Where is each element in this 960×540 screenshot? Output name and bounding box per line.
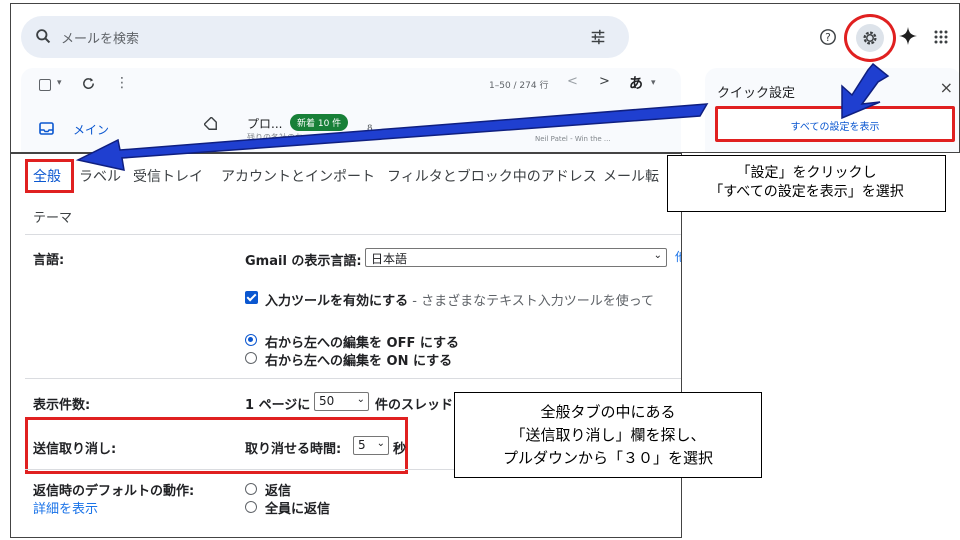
- page-size-label: 表示件数:: [33, 398, 91, 413]
- chevron-down-icon: ⌄: [653, 250, 662, 261]
- rtl-on-radio[interactable]: [245, 352, 257, 364]
- search-icon[interactable]: [35, 28, 52, 45]
- gmail-top-window: メールを検索 ? ▾ ⋮ 1–50 / 274 行 < > あ ▾ メイン プロ…: [10, 3, 960, 153]
- undo-send-label: 送信取り消し:: [33, 442, 117, 457]
- input-tools-caret-icon[interactable]: ▾: [651, 78, 656, 88]
- new-count-badge: 新着 10 件: [290, 114, 349, 131]
- rtl-off-radio[interactable]: [245, 334, 257, 346]
- input-tools-desc: - さまざまなテキスト入力ツールを使って: [408, 294, 655, 309]
- rtl-on-label: 右から左への編集を ON にする: [265, 354, 453, 369]
- callout-undo-send: 全般タブの中にある 「送信取り消し」欄を探し、 プルダウンから「３０」を選択: [454, 392, 762, 478]
- general-tab-highlight: [25, 159, 74, 193]
- paging-count: 1–50 / 274 行: [489, 81, 549, 91]
- sender-snippet: Neil Patel - Win the ...: [535, 135, 611, 143]
- tab-filters[interactable]: フィルタとブロック中のアドレス: [387, 166, 597, 186]
- svg-text:?: ?: [825, 31, 831, 44]
- tab-forwarding[interactable]: メール転: [603, 166, 659, 186]
- help-icon[interactable]: ?: [819, 28, 837, 46]
- tune-icon[interactable]: [589, 28, 607, 46]
- next-page-button[interactable]: >: [599, 74, 610, 89]
- language-select-value: 日本語: [371, 252, 408, 266]
- page-size-prefix: 1 ページに: [245, 398, 311, 413]
- divider: [25, 378, 681, 379]
- quick-settings-title: クイック設定: [717, 86, 796, 101]
- callout-open-settings: 「設定」をクリックし 「すべての設定を表示」を選択: [667, 155, 946, 212]
- undo-send-suffix: 秒: [393, 442, 407, 457]
- settings-button[interactable]: [856, 24, 884, 52]
- undo-send-period-select[interactable]: 5 ⌄: [353, 436, 389, 455]
- close-icon[interactable]: ×: [940, 78, 953, 97]
- search-bar[interactable]: メールを検索: [21, 16, 629, 58]
- callout-line: 「設定」をクリックし: [736, 165, 877, 181]
- callout-line: 全般タブの中にある: [540, 403, 676, 421]
- reply-default-label: 返信時のデフォルトの動作:: [33, 484, 195, 499]
- tab-themes[interactable]: テーマ: [33, 207, 72, 226]
- tab-accounts[interactable]: アカウントとインポート: [221, 166, 375, 186]
- refresh-icon[interactable]: [81, 76, 96, 91]
- select-all-checkbox[interactable]: [39, 79, 51, 91]
- promo-snippet: 残りの各社のお...: [247, 133, 311, 142]
- divider: [25, 234, 681, 235]
- callout-line: プルダウンから「３０」を選択: [502, 449, 713, 467]
- chevron-down-icon: ⌄: [376, 438, 385, 449]
- callout-line: 「送信取り消し」欄を探し、: [510, 426, 706, 444]
- callout-line: 「すべての設定を表示」を選択: [709, 184, 904, 200]
- input-tools-checkbox[interactable]: [245, 291, 258, 304]
- rtl-off-label: 右から左への編集を OFF にする: [265, 336, 459, 351]
- chevron-down-icon: ⌄: [356, 394, 365, 405]
- tab-promotions[interactable]: プロ...: [247, 115, 282, 132]
- gear-icon[interactable]: [861, 29, 879, 47]
- reply-all-option-label: 全員に返信: [265, 502, 331, 517]
- reply-all-radio[interactable]: [245, 501, 257, 513]
- input-tools-button[interactable]: あ: [629, 73, 643, 93]
- settings-window: 全般 ラベル 受信トレイ アカウントとインポート フィルタとブロック中のアドレス…: [10, 153, 682, 538]
- reply-radio[interactable]: [245, 483, 257, 495]
- prev-page-button[interactable]: <: [567, 74, 578, 89]
- input-tools-label: 入力ツールを有効にする: [265, 294, 409, 309]
- quick-settings-panel: クイック設定 × すべての設定を表示: [705, 68, 959, 152]
- tag-icon: [204, 117, 217, 130]
- language-select[interactable]: 日本語 ⌄: [365, 248, 667, 267]
- more-vert-icon[interactable]: ⋮: [115, 75, 129, 91]
- people-icon: ጸ: [367, 122, 373, 133]
- mail-list-toolbar: ▾ ⋮ 1–50 / 274 行 < > あ ▾ メイン プロ... 新着 10…: [21, 68, 681, 152]
- search-input[interactable]: メールを検索: [61, 28, 139, 47]
- undo-send-prefix: 取り消せる時間:: [245, 442, 342, 457]
- see-all-settings-label: すべての設定を表示: [790, 122, 880, 133]
- other-languages-link[interactable]: 他: [675, 248, 681, 265]
- sparkle-icon[interactable]: [898, 26, 918, 46]
- language-label: 言語:: [33, 253, 65, 268]
- select-menu-caret-icon[interactable]: ▾: [57, 78, 62, 88]
- reply-option-label: 返信: [265, 484, 292, 499]
- inbox-icon: [39, 122, 54, 135]
- page-size-select[interactable]: 50 ⌄: [314, 392, 369, 411]
- display-language-label: Gmail の表示言語:: [245, 254, 362, 269]
- tab-main[interactable]: メイン: [73, 121, 109, 138]
- apps-icon[interactable]: [933, 29, 949, 45]
- input-tools-row: 入力ツールを有効にする - さまざまなテキスト入力ツールを使って: [265, 290, 654, 309]
- tab-inbox[interactable]: 受信トレイ: [133, 166, 203, 186]
- see-all-settings-button[interactable]: すべての設定を表示: [715, 106, 955, 142]
- settings-highlight: [844, 14, 896, 62]
- reply-details-link[interactable]: 詳細を表示: [33, 498, 98, 517]
- undo-send-period-value: 5: [358, 438, 366, 452]
- tab-labels[interactable]: ラベル: [79, 166, 121, 186]
- page-size-value: 50: [319, 394, 335, 408]
